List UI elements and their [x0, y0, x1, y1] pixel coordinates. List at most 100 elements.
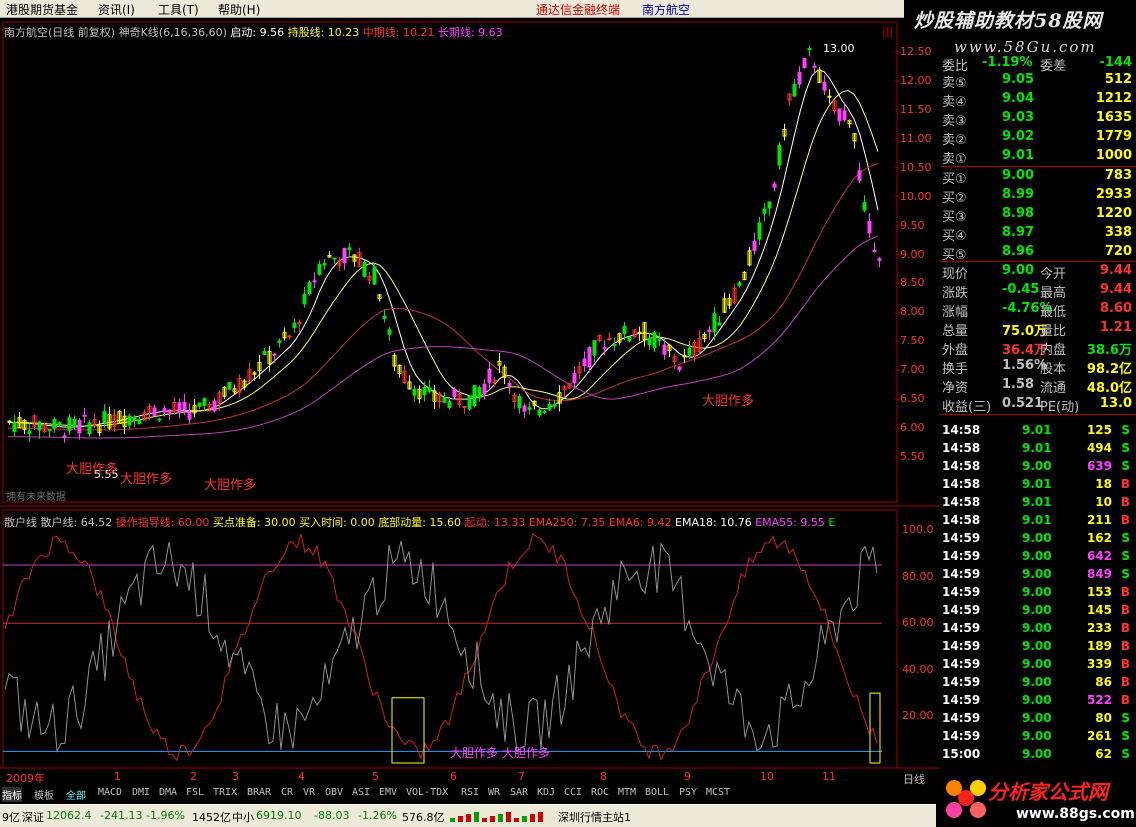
indicator-tab[interactable]: TRIX — [213, 787, 237, 798]
price-y-tick: 6.00 — [900, 421, 925, 435]
indicator-tab[interactable]: FSL — [186, 787, 204, 798]
indicator-tab[interactable]: BOLL — [645, 787, 669, 798]
bid-price: 8.97 — [1002, 225, 1035, 240]
ask-volume: 1212 — [1095, 91, 1132, 106]
indicator-tab[interactable]: DMA — [159, 787, 177, 798]
tick-vol: 642 — [1086, 549, 1112, 563]
candle-body — [447, 401, 452, 408]
indicator-tab[interactable]: WR — [488, 787, 500, 798]
panel-toggle-icon[interactable]: 田 — [882, 24, 893, 40]
indicator-tab[interactable]: ROC — [591, 787, 609, 798]
tick-price: 9.00 — [1022, 639, 1052, 653]
sz-index-value: 12062.4 — [46, 809, 92, 822]
indicator-tab[interactable]: VR — [303, 787, 315, 798]
candle-body — [737, 282, 742, 286]
menu-item-tools[interactable]: 工具(T) — [158, 1, 199, 18]
osc-y-tick: 100.0 — [902, 523, 934, 536]
stat-label: 股本 — [1040, 362, 1067, 377]
candle-body — [537, 409, 542, 416]
candle-body — [807, 48, 812, 51]
bid-row: 买③ 8.98 1220 — [940, 205, 1136, 225]
indicator-tab[interactable]: SAR — [510, 787, 528, 798]
server-label[interactable]: 深圳行情主站1 — [558, 809, 631, 825]
tick-side: B — [1120, 513, 1130, 527]
indicator-tab[interactable]: 模板 — [34, 787, 54, 802]
watermark-text: 炒股辅助教材58股网 — [914, 10, 1103, 32]
candle-body — [27, 430, 32, 435]
indicator-tab[interactable]: 指标 — [2, 787, 22, 802]
stat-value: 48.0亿 — [1086, 381, 1132, 396]
indicator-tab[interactable]: CCI — [564, 787, 582, 798]
indicator-tab[interactable]: BRAR — [247, 787, 271, 798]
legend-hold: 持股线: 10.23 — [287, 26, 360, 39]
indicator-tab[interactable]: EMV — [379, 787, 397, 798]
candle-body — [312, 280, 317, 283]
ask-volume: 512 — [1104, 72, 1132, 87]
candle-body — [797, 71, 802, 85]
ask-volume: 1635 — [1095, 110, 1132, 125]
stat-value: 98.2亿 — [1086, 362, 1132, 377]
indicator-tab[interactable]: MCST — [706, 787, 730, 798]
osc-legend-tail: E — [828, 516, 836, 529]
indicator-tab[interactable]: PSY — [679, 787, 697, 798]
zx-index-pct: -1.26% — [358, 809, 397, 822]
menu-item-help[interactable]: 帮助(H) — [218, 1, 260, 18]
stat-value: 9.00 — [1002, 263, 1035, 278]
tick-list[interactable]: 14:58 9.01 125 S 14:58 9.01 494 S 14:58 9.00 639 S 1… — [940, 422, 1136, 770]
indicator-tab[interactable]: VOL-TDX — [406, 787, 448, 798]
price-y-tick: 9.00 — [900, 247, 925, 261]
ask-row: 卖② 9.02 1779 — [940, 128, 1136, 148]
osc-lines — [4, 532, 881, 764]
candle-body — [612, 343, 617, 346]
candle-body — [62, 435, 67, 438]
zx-index-value: 6919.10 — [256, 809, 302, 822]
candle-body — [262, 350, 267, 355]
menu-item-hk-futures[interactable]: 港股期货基金 — [6, 1, 78, 18]
x-axis-label: 3 — [232, 770, 239, 783]
candle-body — [87, 422, 92, 435]
stat-label: 量比 — [1040, 324, 1067, 339]
candle-body — [102, 411, 107, 423]
indicator-tab[interactable]: ASI — [352, 787, 370, 798]
price-y-tick: 10.00 — [900, 189, 932, 203]
indicator-tab[interactable]: CR — [281, 787, 293, 798]
tick-price: 9.00 — [1022, 693, 1052, 707]
quote-value: -144 — [1099, 55, 1132, 70]
indicator-tab[interactable]: KDJ — [537, 787, 555, 798]
candle-body — [452, 388, 457, 398]
tick-vol: 145 — [1086, 603, 1112, 617]
stat-value: 13.0 — [1099, 396, 1132, 411]
candle-body — [157, 418, 162, 421]
stat-row: 收益(三) 0.521 PE(动) 13.0 — [940, 395, 1136, 415]
tick-row: 14:58 9.01 211 B — [940, 512, 1136, 530]
status-bar: 9亿 深证 12062.4 -241.13 -1.96% 1452亿 中小 69… — [0, 804, 936, 827]
stat-label: 涨跌 — [942, 286, 969, 301]
tick-time: 14:58 — [942, 495, 981, 509]
indicator-tab[interactable]: OBV — [325, 787, 343, 798]
candle-body — [857, 170, 862, 181]
candle-body — [332, 257, 337, 260]
signal-bar — [466, 814, 471, 822]
candle-body — [227, 381, 232, 390]
indicator-tab[interactable]: MTM — [618, 787, 636, 798]
indicator-tab[interactable]: DMI — [132, 787, 150, 798]
ma-short-line — [7, 69, 879, 428]
candle-body — [707, 329, 712, 333]
tick-row: 14:59 9.00 145 B — [940, 602, 1136, 620]
indicator-tab[interactable]: RSI — [461, 787, 479, 798]
tick-vol: 211 — [1086, 513, 1112, 527]
stat-label: 收益(三) — [942, 400, 992, 415]
ask-label: 卖③ — [942, 114, 967, 129]
chart-area[interactable] — [0, 20, 940, 786]
stat-value: 1.58 — [1002, 377, 1035, 392]
period-label[interactable]: 日线 — [903, 771, 925, 787]
tick-row: 14:58 9.01 10 B — [940, 494, 1136, 512]
osc-red-line — [4, 532, 878, 762]
tick-vol: 494 — [1086, 441, 1112, 455]
menu-item-info[interactable]: 资讯(I) — [98, 1, 135, 18]
stat-value: 0.521 — [1002, 396, 1044, 411]
indicator-tab[interactable]: 全部 — [66, 787, 86, 802]
tick-row: 14:59 9.00 233 B — [940, 620, 1136, 638]
indicator-tab[interactable]: MACD — [98, 787, 122, 798]
price-y-tick: 11.00 — [900, 131, 932, 145]
